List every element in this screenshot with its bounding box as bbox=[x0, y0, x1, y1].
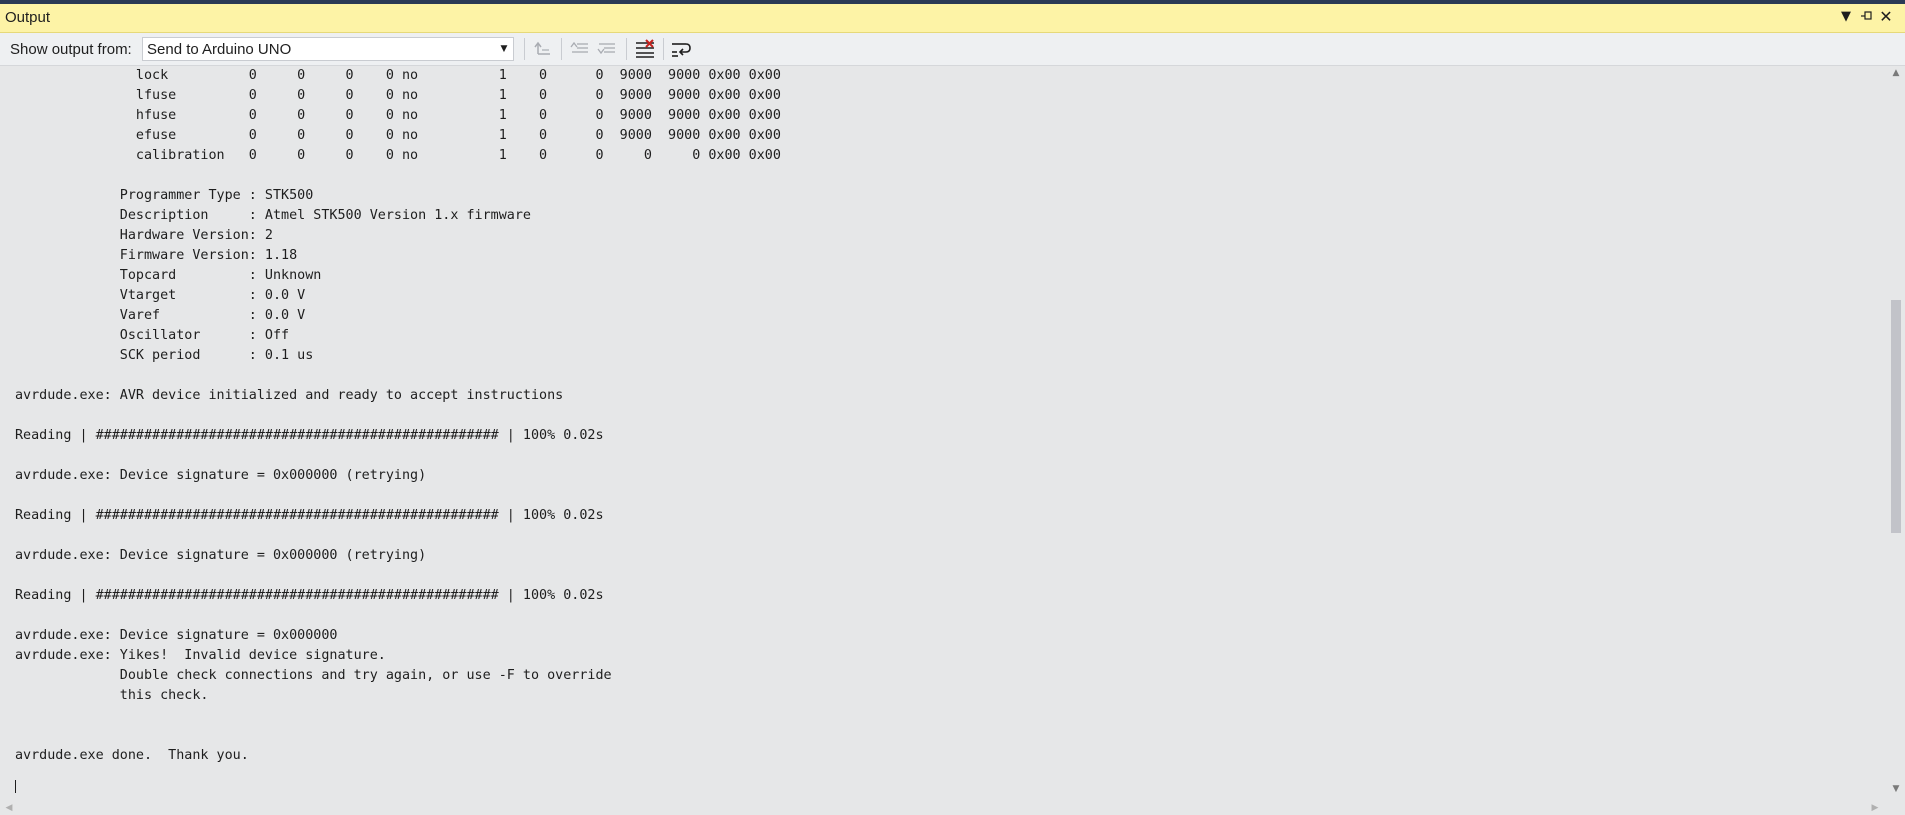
output-line: efuse 0 0 0 0 no 1 0 0 9000 9000 0x00 0x… bbox=[15, 128, 781, 143]
scroll-left-icon[interactable]: ◀ bbox=[4, 803, 14, 813]
close-icon[interactable]: ✕ bbox=[1877, 7, 1895, 27]
output-lines: lock 0 0 0 0 no 1 0 0 9000 9000 0x00 0x0… bbox=[15, 66, 781, 786]
output-line: Varef : 0.0 V bbox=[15, 308, 306, 323]
output-line: Reading | ##############################… bbox=[15, 428, 604, 443]
chevron-down-icon[interactable]: ▼ bbox=[1837, 7, 1855, 27]
scroll-right-icon[interactable]: ▶ bbox=[1870, 803, 1880, 813]
toolbar-separator bbox=[561, 38, 562, 60]
output-source-value: Send to Arduino UNO bbox=[147, 41, 292, 58]
toolbar-separator bbox=[524, 38, 525, 60]
text-caret bbox=[15, 780, 16, 793]
output-line: lfuse 0 0 0 0 no 1 0 0 9000 9000 0x00 0x… bbox=[15, 88, 781, 103]
chevron-down-icon: ▼ bbox=[500, 44, 508, 54]
output-title-bar: Output ▼ ✕ bbox=[0, 4, 1905, 33]
output-toolbar: Show output from: Send to Arduino UNO ▼ bbox=[0, 33, 1905, 66]
output-line: avrdude.exe: Device signature = 0x000000 bbox=[15, 628, 338, 643]
output-line: avrdude.exe: Yikes! Invalid device signa… bbox=[15, 648, 386, 663]
window-title: Output bbox=[5, 9, 51, 26]
find-message-in-code-icon[interactable] bbox=[531, 38, 555, 60]
toolbar-separator bbox=[626, 38, 627, 60]
pin-icon[interactable] bbox=[1857, 7, 1875, 27]
vertical-scrollbar[interactable]: ▲ ▼ bbox=[1887, 66, 1905, 801]
output-line: Oscillator : Off bbox=[15, 328, 290, 343]
scrollbar-corner bbox=[1887, 801, 1905, 815]
go-to-previous-message-icon[interactable] bbox=[568, 38, 592, 60]
output-line: Reading | ##############################… bbox=[15, 588, 604, 603]
clear-all-icon[interactable] bbox=[633, 38, 657, 60]
scroll-up-icon[interactable]: ▲ bbox=[1891, 68, 1901, 78]
output-line: Double check connections and try again, … bbox=[15, 668, 612, 683]
output-line: this check. bbox=[15, 688, 209, 703]
toolbar-separator bbox=[663, 38, 664, 60]
output-line: Hardware Version: 2 bbox=[15, 228, 273, 243]
output-line: calibration 0 0 0 0 no 1 0 0 0 0 0x00 0x… bbox=[15, 148, 781, 163]
toggle-word-wrap-icon[interactable] bbox=[669, 38, 693, 60]
output-source-select[interactable]: Send to Arduino UNO ▼ bbox=[142, 37, 514, 61]
scroll-down-icon[interactable]: ▼ bbox=[1891, 784, 1901, 794]
output-line: lock 0 0 0 0 no 1 0 0 9000 9000 0x00 0x0… bbox=[15, 68, 781, 83]
output-line: Reading | ##############################… bbox=[15, 508, 604, 523]
show-output-from-label: Show output from: bbox=[10, 41, 132, 58]
output-line: Description : Atmel STK500 Version 1.x f… bbox=[15, 208, 531, 223]
output-line: avrdude.exe done. Thank you. bbox=[15, 748, 249, 763]
output-line: avrdude.exe: Device signature = 0x000000… bbox=[15, 468, 427, 483]
go-to-next-message-icon[interactable] bbox=[595, 38, 619, 60]
output-line: Topcard : Unknown bbox=[15, 268, 322, 283]
output-line: Vtarget : 0.0 V bbox=[15, 288, 306, 303]
output-line: SCK period : 0.1 us bbox=[15, 348, 314, 363]
output-line: avrdude.exe: Device signature = 0x000000… bbox=[15, 548, 427, 563]
output-line: avrdude.exe: AVR device initialized and … bbox=[15, 388, 564, 403]
output-line: Programmer Type : STK500 bbox=[15, 188, 314, 203]
output-line: Firmware Version: 1.18 bbox=[15, 248, 298, 263]
output-line: hfuse 0 0 0 0 no 1 0 0 9000 9000 0x00 0x… bbox=[15, 108, 781, 123]
horizontal-scrollbar[interactable]: ◀ ▶ bbox=[0, 801, 1887, 815]
output-text-area[interactable]: lock 0 0 0 0 no 1 0 0 9000 9000 0x00 0x0… bbox=[0, 66, 1887, 801]
scrollbar-thumb[interactable] bbox=[1891, 300, 1901, 533]
